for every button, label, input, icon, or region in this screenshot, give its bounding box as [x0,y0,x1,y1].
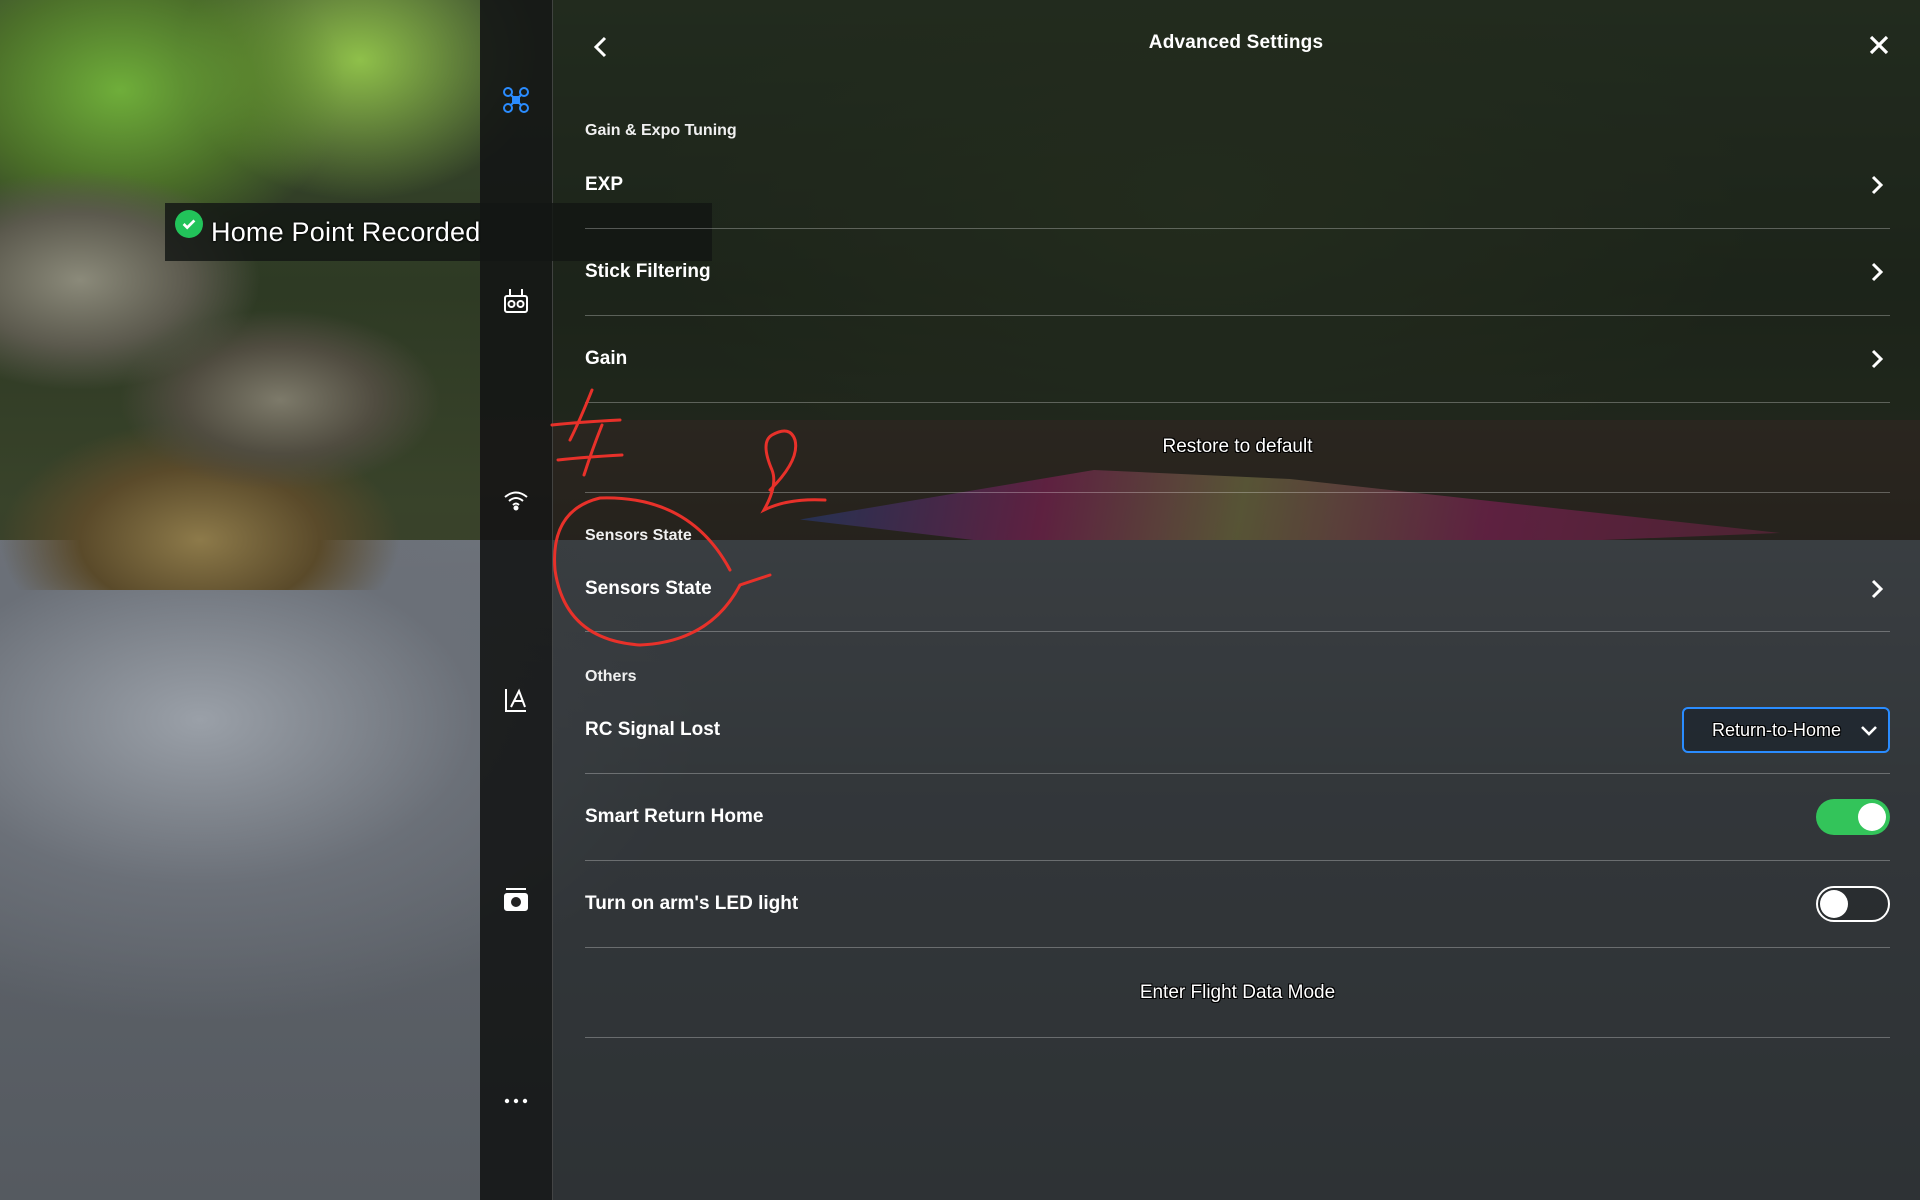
row-exp[interactable]: EXP [585,142,1890,229]
chevron-right-icon [1871,175,1884,195]
flight-data-mode-button[interactable]: Enter Flight Data Mode [585,948,1890,1038]
panel-header: Advanced Settings [552,0,1920,90]
aircraft-icon[interactable] [496,80,536,120]
close-button[interactable] [1864,30,1894,60]
wifi-signal-icon[interactable] [496,480,536,520]
rc-signal-lost-select[interactable]: Return-to-Home [1682,707,1890,753]
row-label: Smart Return Home [585,806,764,827]
row-gain[interactable]: Gain [585,316,1890,403]
page-title: Advanced Settings [1148,32,1324,53]
row-label: EXP [585,174,624,195]
row-stick-filtering[interactable]: Stick Filtering [585,229,1890,316]
section-label-others: Others [585,668,637,685]
toggle-knob [1858,803,1886,831]
row-arm-led: Turn on arm's LED light [585,861,1890,948]
select-value: Return-to-Home [1712,719,1842,740]
restore-default-label: Restore to default [1162,436,1313,457]
chevron-right-icon [1871,579,1884,599]
section-label-gain-expo: Gain & Expo Tuning [585,122,737,139]
camera-icon[interactable] [496,880,536,920]
arm-led-toggle[interactable] [1816,886,1890,922]
row-rc-signal-lost: RC Signal Lost Return-to-Home [585,687,1890,774]
toggle-knob [1820,890,1848,918]
row-smart-return-home: Smart Return Home [585,774,1890,861]
row-label: Stick Filtering [585,261,711,282]
chevron-down-icon [1861,726,1877,736]
row-sensors-state[interactable]: Sensors State [585,547,1890,632]
chevron-right-icon [1871,349,1884,369]
more-icon[interactable] [496,1081,536,1121]
smart-return-home-toggle[interactable] [1816,799,1890,835]
toast-text: Home Point Recorded [211,216,481,247]
check-circle-icon [175,210,203,238]
restore-default-button[interactable]: Restore to default [585,402,1890,493]
gimbal-icon[interactable] [496,680,536,720]
close-icon [1869,35,1889,55]
row-label: RC Signal Lost [585,719,721,740]
row-label: Turn on arm's LED light [585,893,799,914]
chevron-right-icon [1871,262,1884,282]
section-label-sensors: Sensors State [585,527,692,544]
row-label: Gain [585,348,628,369]
settings-sidebar [480,0,553,1200]
row-label: Sensors State [585,578,712,599]
rocks [0,120,480,590]
remote-controller-icon[interactable] [496,281,536,321]
flight-data-mode-label: Enter Flight Data Mode [1139,981,1336,1003]
